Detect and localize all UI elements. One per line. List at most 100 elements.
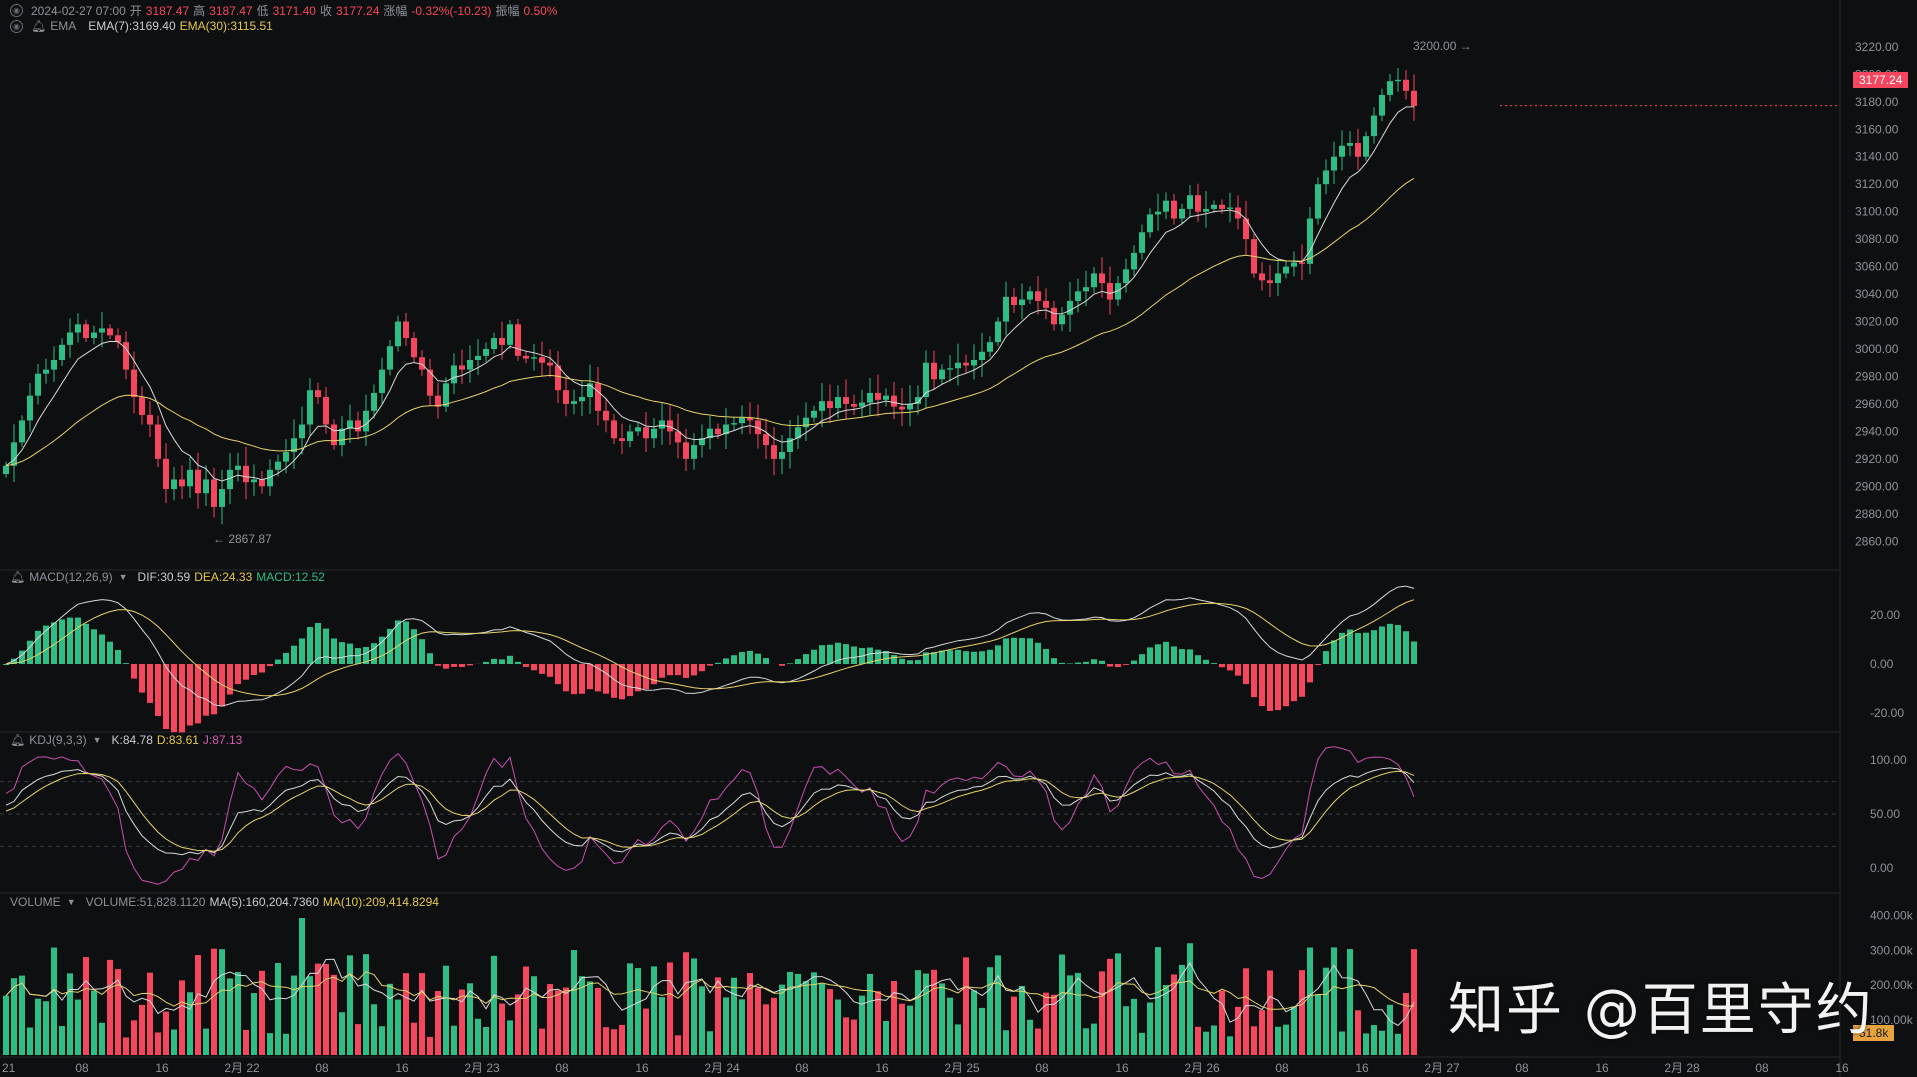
low-label: 低: [256, 4, 269, 18]
candle-body: [195, 469, 201, 494]
time-tick-label: 08: [1035, 1061, 1049, 1075]
macd-value: MACD:12.52: [256, 570, 325, 584]
candle-body: [1235, 207, 1241, 219]
time-tick-label: 16: [1115, 1061, 1129, 1075]
candle-body: [603, 410, 609, 421]
ma5-value: MA(5):160,204.7360: [209, 895, 319, 909]
high-label: 高: [193, 4, 206, 18]
volume-bar: [1291, 1006, 1297, 1055]
amp-value: 0.50%: [523, 3, 558, 18]
eye-icon[interactable]: ◉: [10, 4, 23, 17]
chevron-down-icon[interactable]: ▼: [119, 572, 128, 582]
volume-bar: [803, 981, 809, 1055]
volume-bar: [1347, 949, 1353, 1055]
candle-body: [259, 479, 265, 487]
volume-bar: [843, 1017, 849, 1055]
volume-bar: [83, 957, 89, 1055]
macd-bar: [1395, 624, 1401, 664]
macd-bar: [1275, 664, 1281, 711]
macd-bar: [307, 627, 313, 664]
candle-body: [883, 395, 889, 400]
volume-bar: [643, 1008, 649, 1055]
macd-bar: [739, 652, 745, 664]
macd-bar: [1043, 648, 1049, 664]
volume-value: VOLUME:51,828.1120: [85, 895, 206, 909]
macd-bar: [179, 664, 185, 733]
volume-bar: [155, 1032, 161, 1055]
macd-bar: [507, 655, 513, 664]
price-tick-label: 3100.00: [1855, 205, 1899, 219]
candle-body: [547, 362, 553, 366]
time-tick-label: 2月 22: [224, 1061, 260, 1075]
price-pane[interactable]: 3200.00 → ← 2867.87: [3, 39, 1840, 546]
macd-bar: [139, 664, 145, 693]
macd-bar: [627, 664, 633, 697]
dif-value: DIF:30.59: [137, 570, 191, 584]
candle-body: [1171, 200, 1177, 219]
volume-bar: [499, 1003, 505, 1055]
high-value: 3187.47: [209, 3, 253, 18]
macd-bar: [299, 638, 305, 664]
candle-body: [995, 321, 1001, 343]
volume-pane[interactable]: [3, 918, 1417, 1055]
macd-pane[interactable]: [3, 585, 1417, 733]
candle-body: [1147, 214, 1153, 233]
volume-bar: [595, 987, 601, 1055]
candle-body: [1131, 252, 1137, 270]
candle-body: [1275, 273, 1281, 284]
volume-bar: [683, 952, 689, 1055]
candle-body: [75, 324, 81, 333]
volume-bar: [699, 986, 705, 1055]
candle-body: [1347, 143, 1353, 146]
candle-body: [1027, 291, 1033, 300]
candle-body: [1187, 195, 1193, 209]
macd-bar: [427, 653, 433, 664]
macd-bar: [603, 664, 609, 694]
volume-bar: [971, 990, 977, 1055]
macd-bar: [1123, 664, 1129, 665]
volume-bar: [603, 1027, 609, 1055]
candle-body: [107, 328, 113, 336]
volume-bar: [1259, 1010, 1265, 1055]
candle-body: [811, 410, 817, 418]
chevron-down-icon[interactable]: ▼: [67, 897, 76, 907]
chevron-down-icon[interactable]: ▼: [93, 735, 102, 745]
macd-bar: [1171, 646, 1177, 664]
candle-body: [907, 403, 913, 410]
volume-bar: [3, 995, 9, 1055]
candle-body: [1315, 184, 1321, 219]
macd-bar: [787, 663, 793, 664]
candle-body: [147, 414, 153, 425]
volume-bar: [59, 1026, 65, 1055]
kdj-pane[interactable]: [0, 746, 1840, 885]
volume-bar: [1275, 1026, 1281, 1055]
kdj-name: KDJ(9,3,3): [29, 733, 87, 747]
bell-icon[interactable]: 🔔︎: [31, 19, 46, 33]
candle-body: [1219, 204, 1225, 209]
candle-body: [211, 479, 217, 507]
candle-body: [595, 383, 601, 411]
eye-icon[interactable]: ◉: [10, 19, 23, 33]
macd-bar: [715, 662, 721, 664]
candle-body: [1291, 262, 1297, 267]
volume-bar: [979, 1007, 985, 1055]
candle-body: [155, 424, 161, 459]
bell-icon[interactable]: 🔔︎: [10, 570, 25, 584]
bell-icon[interactable]: 🔔︎: [10, 733, 25, 747]
macd-bar: [59, 619, 65, 664]
macd-bar: [707, 664, 713, 666]
chart-canvas[interactable]: 3200.00 →← 2867.87 3220.003200.003180.00…: [0, 0, 1917, 1077]
macd-bar: [459, 664, 465, 668]
macd-bar: [1059, 662, 1065, 664]
macd-bar: [747, 650, 753, 664]
volume-bar: [1371, 1024, 1377, 1055]
candle-body: [1155, 211, 1161, 215]
macd-bar: [563, 664, 569, 692]
volume-bar: [395, 999, 401, 1055]
candle-body: [411, 338, 417, 358]
macd-bar: [1243, 664, 1249, 685]
macd-bar: [555, 664, 561, 685]
volume-bar: [635, 968, 641, 1055]
volume-bar: [27, 1027, 33, 1055]
volume-bar: [1251, 1026, 1257, 1055]
